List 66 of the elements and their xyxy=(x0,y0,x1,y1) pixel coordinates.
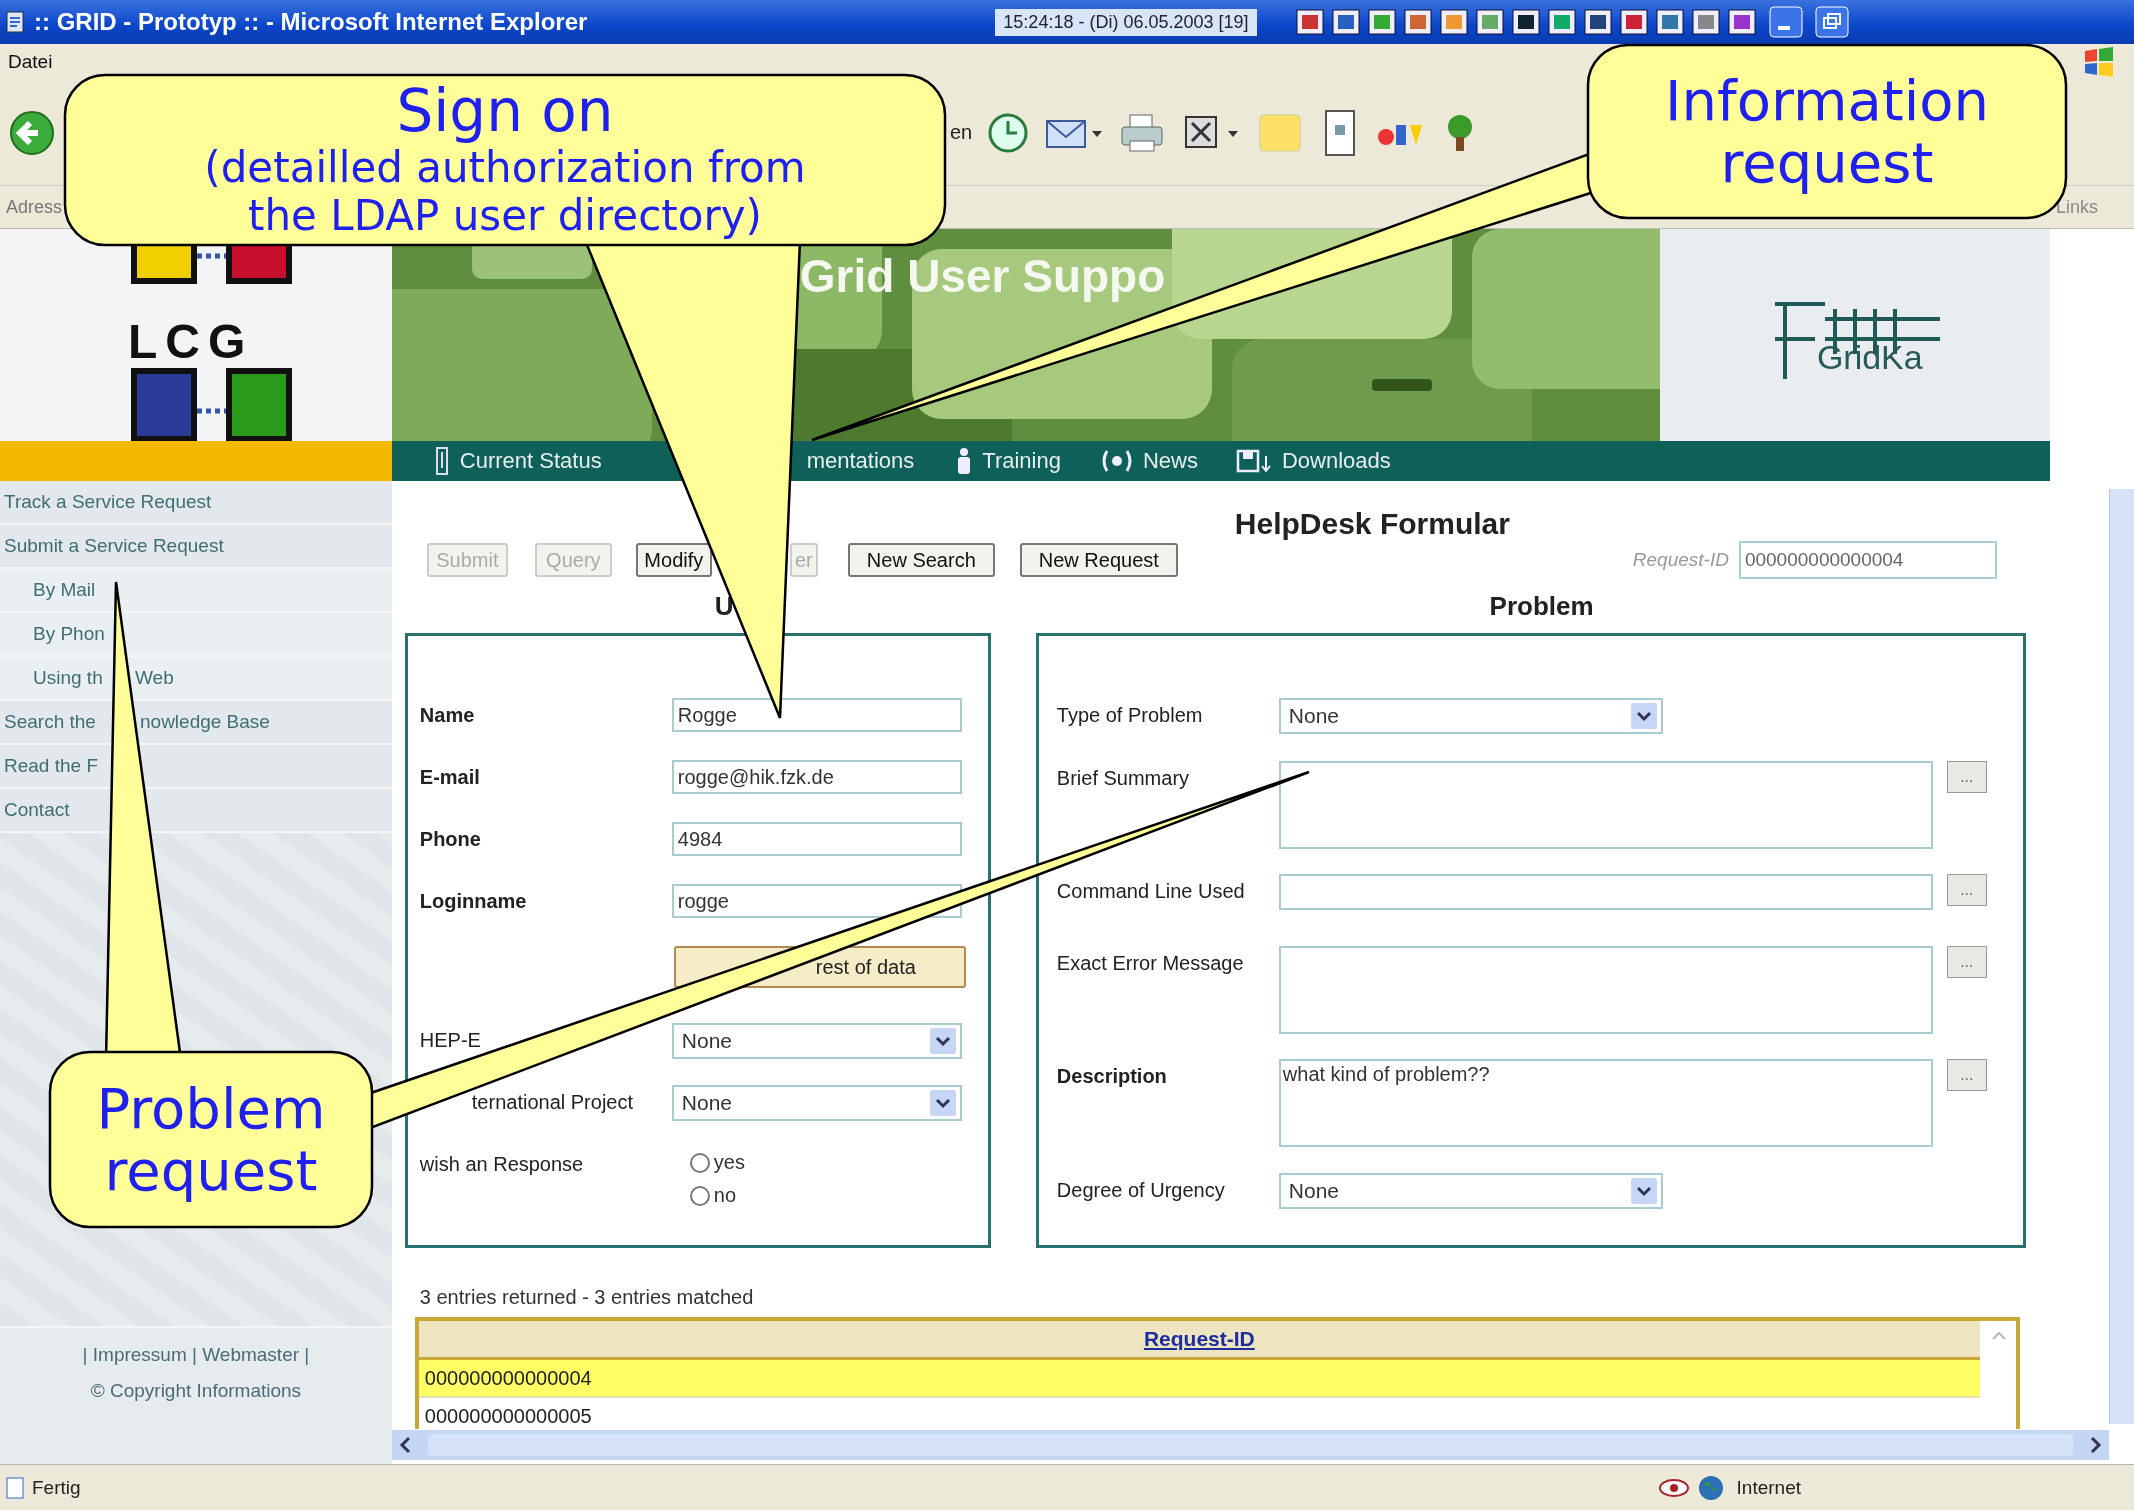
status-text: Fertig xyxy=(32,1476,81,1499)
callout-title: Information request xyxy=(1663,69,1991,194)
form-title: HelpDesk Formular xyxy=(1234,507,1510,541)
sidebar-item[interactable]: Search the nowledge Base xyxy=(0,701,392,745)
select-field[interactable]: None xyxy=(1278,698,1663,734)
field-label: Loginname xyxy=(419,889,528,913)
select-field[interactable]: None xyxy=(1278,1173,1663,1209)
window-title: :: GRID - Prototyp :: - Microsoft Internet Explorer xyxy=(34,8,588,36)
radio-option[interactable]: no xyxy=(689,1184,745,1207)
text-field[interactable]: Rogge xyxy=(671,698,962,732)
toolbar-label[interactable]: en xyxy=(950,121,973,144)
footer-links[interactable]: | Impressum | Webmaster | xyxy=(82,1344,310,1366)
expand-button[interactable]: ... xyxy=(1946,1059,1987,1091)
nav-link[interactable]: Training xyxy=(954,446,1061,476)
results-summary: 3 entries returned - 3 entries matched xyxy=(419,1286,755,1309)
field-label: Name xyxy=(419,703,476,727)
address-label: Adress xyxy=(6,196,63,218)
callout-title: Problem request xyxy=(95,1077,327,1202)
table-row[interactable]: 000000000000004 xyxy=(418,1360,1980,1398)
field-label: Brief Summary xyxy=(1056,766,1191,790)
nav-link[interactable]: Current Status xyxy=(431,446,602,476)
partner-logo-text: GridKa xyxy=(1816,337,1923,377)
sidebar-item[interactable]: Submit a Service Request xyxy=(0,525,392,569)
menu-item[interactable]: Datei xyxy=(8,51,53,73)
nav-link[interactable]: mentations xyxy=(806,448,915,474)
zone-text: Internet xyxy=(1736,1476,1801,1499)
field-label: Description xyxy=(1056,1064,1168,1088)
field-label: HEP-E xyxy=(419,1028,482,1052)
field-label: Exact Error Message xyxy=(1056,951,1245,975)
copyright-text: © Copyright Informations xyxy=(90,1380,302,1402)
sidebar-subitem[interactable]: By Phon xyxy=(0,613,392,657)
sidebar-item[interactable]: Contact xyxy=(0,789,392,833)
form-button[interactable]: New Request xyxy=(1019,543,1178,577)
clock-text: 15:24:18 - (Di) 06.05.2003 [19] xyxy=(995,8,1257,36)
callout-title: Sign on xyxy=(396,79,614,144)
field-label: wish an Response xyxy=(419,1152,585,1176)
field-label: Command Line Used xyxy=(1056,879,1246,903)
form-button[interactable]: Modify xyxy=(635,543,712,577)
nav-link[interactable]: Downloads xyxy=(1235,448,1391,474)
section-heading: Problem xyxy=(1489,590,1594,622)
form-button[interactable]: New Search xyxy=(847,543,995,577)
request-id-field[interactable]: 000000000000004 xyxy=(1738,541,1997,579)
select-field[interactable]: None xyxy=(671,1023,962,1059)
column-header[interactable]: Request-ID xyxy=(1143,1327,1255,1351)
text-field[interactable]: 4984 xyxy=(671,822,962,856)
sidebar-subitem[interactable]: By Mail xyxy=(0,569,392,613)
request-id-label: Request-ID xyxy=(1632,549,1729,571)
field-label: ternational Project xyxy=(470,1090,634,1114)
field-label: Phone xyxy=(419,827,482,851)
expand-button[interactable]: ... xyxy=(1946,946,1987,978)
sidebar-item[interactable]: Read the F xyxy=(0,745,392,789)
sidebar-item[interactable]: Track a Service Request xyxy=(0,481,392,525)
sidebar-subitem[interactable]: Using th Web xyxy=(0,657,392,701)
field-label: E-mail xyxy=(419,765,481,789)
select-field[interactable]: None xyxy=(671,1085,962,1121)
section-heading: U xyxy=(714,590,734,622)
expand-button[interactable]: ... xyxy=(1946,874,1987,906)
text-area[interactable]: what kind of problem?? xyxy=(1278,1059,1933,1147)
field-label: Type of Problem xyxy=(1056,703,1204,727)
logo-text: LCG xyxy=(128,314,254,369)
expand-button[interactable]: ... xyxy=(1946,761,1987,793)
field-label: Degree of Urgency xyxy=(1056,1178,1226,1202)
callout-detail: (detailled authorization from the LDAP user directory) xyxy=(203,143,807,241)
radio-option[interactable]: yes xyxy=(689,1151,745,1174)
text-field[interactable]: rogge@hik.fzk.de xyxy=(671,760,962,794)
nav-link[interactable]: News xyxy=(1098,448,1198,474)
